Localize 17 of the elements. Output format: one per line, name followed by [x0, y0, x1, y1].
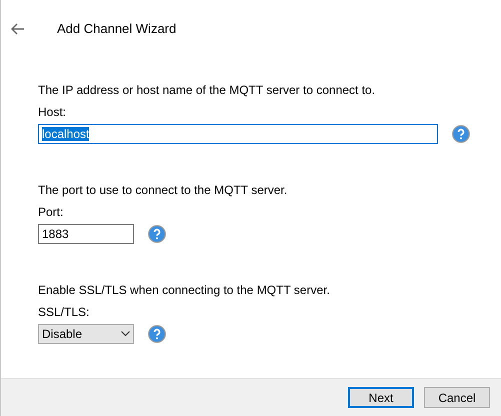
- input-field[interactable]: 1883: [38, 224, 134, 244]
- help-icon[interactable]: [148, 225, 166, 243]
- back-arrow-icon[interactable]: [11, 23, 25, 35]
- dropdown[interactable]: Disable: [38, 324, 134, 344]
- field-label: Port:: [38, 204, 64, 220]
- field-label: SSL/TLS:: [38, 304, 90, 320]
- help-icon[interactable]: [452, 125, 470, 143]
- field-description: The IP address or host name of the MQTT server to connect to.: [38, 82, 376, 98]
- help-icon[interactable]: [148, 325, 166, 343]
- field-description: Enable SSL/TLS when connecting to the MQTT server.: [38, 282, 331, 298]
- field-label: Host:: [38, 104, 68, 120]
- dialog-button[interactable]: Cancel: [424, 387, 490, 408]
- input-field[interactable]: localhost: [38, 124, 438, 144]
- chevron-down-icon: [121, 331, 130, 337]
- field-description: The port to use to connect to the MQTT server.: [38, 182, 288, 198]
- wizard-title: Add Channel Wizard: [57, 20, 176, 38]
- default-button[interactable]: Next: [348, 387, 414, 408]
